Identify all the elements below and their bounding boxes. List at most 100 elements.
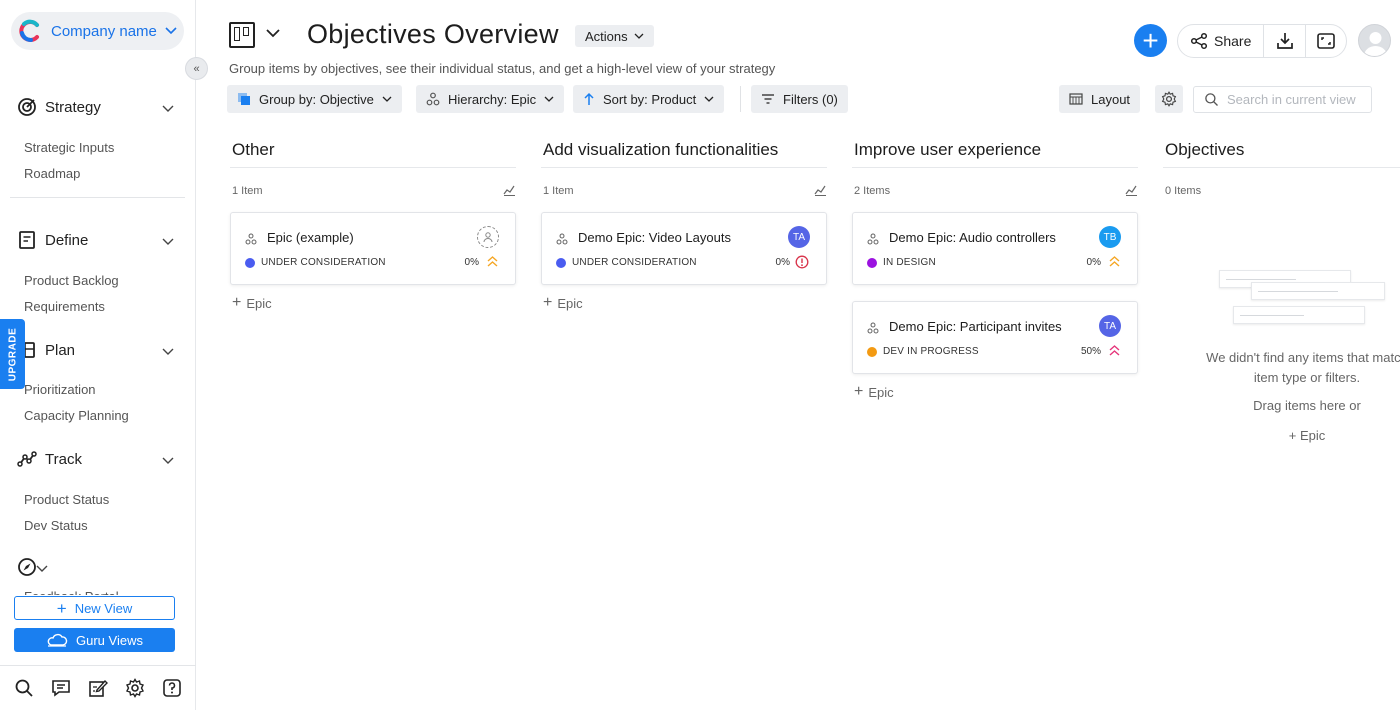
card-progress: 50% bbox=[1080, 346, 1101, 357]
card-progress: 0% bbox=[464, 257, 479, 268]
nav-section-track: Track Product Status Dev Status bbox=[0, 447, 196, 538]
assignee-avatar[interactable]: TB bbox=[1099, 226, 1121, 248]
sort-by-button[interactable]: Sort by: Product bbox=[573, 85, 725, 113]
add-epic-label: Epic bbox=[868, 384, 894, 400]
sidebar-item-prioritization[interactable]: Prioritization bbox=[0, 376, 196, 402]
unassigned-user-icon[interactable] bbox=[477, 226, 499, 248]
column-count: 1 Item bbox=[543, 185, 574, 197]
column-meta: 0 Items bbox=[1163, 168, 1400, 212]
new-view-button[interactable]: + New View bbox=[14, 596, 175, 620]
user-avatar[interactable] bbox=[1358, 24, 1391, 57]
epic-card[interactable]: Demo Epic: Participant invites TA DEV IN… bbox=[852, 301, 1138, 374]
document-icon bbox=[16, 229, 38, 251]
board-column: Improve user experience 2 Items Demo Epi… bbox=[852, 140, 1138, 400]
chevron-down-icon[interactable] bbox=[162, 453, 174, 471]
nav-section-plan: Plan Prioritization Capacity Planning bbox=[0, 338, 196, 428]
column-count: 1 Item bbox=[232, 185, 263, 197]
board-column: Other 1 Item Epic (example) UNDER CONSID… bbox=[230, 140, 516, 311]
filters-button[interactable]: Filters (0) bbox=[751, 85, 848, 113]
app-root: Company name « Strategy Strategic Inputs… bbox=[0, 0, 1400, 710]
nav-head-strategy[interactable]: Strategy bbox=[0, 95, 196, 119]
download-icon bbox=[1277, 33, 1293, 49]
add-epic-button[interactable]: + Epic bbox=[852, 384, 1138, 400]
view-search[interactable] bbox=[1193, 86, 1372, 113]
guru-views-label: Guru Views bbox=[76, 632, 143, 648]
priority-high-icon bbox=[1109, 344, 1120, 363]
board-view-icon bbox=[229, 22, 255, 48]
chevron-down-icon[interactable] bbox=[162, 344, 174, 362]
add-epic-button[interactable]: + Epic bbox=[230, 295, 516, 311]
add-item-button[interactable]: + bbox=[1134, 24, 1167, 57]
add-epic-button[interactable]: + Epic bbox=[541, 295, 827, 311]
company-switcher[interactable]: Company name bbox=[11, 12, 184, 50]
search-input[interactable] bbox=[1227, 92, 1367, 107]
sidebar-item-capacity-planning[interactable]: Capacity Planning bbox=[0, 402, 196, 428]
nav-label: Strategy bbox=[45, 98, 101, 116]
search-icon[interactable] bbox=[12, 676, 36, 700]
collapse-sidebar-button[interactable]: « bbox=[185, 57, 208, 80]
settings-button[interactable] bbox=[1155, 85, 1183, 113]
priority-critical-icon bbox=[795, 255, 809, 274]
view-type-switcher[interactable] bbox=[229, 22, 281, 48]
nav-head-track[interactable]: Track bbox=[0, 447, 196, 471]
card-title: Demo Epic: Participant invites bbox=[889, 319, 1062, 334]
download-button[interactable] bbox=[1264, 25, 1307, 57]
guru-views-button[interactable]: Guru Views bbox=[14, 628, 175, 652]
sidebar-item-feedback-portal[interactable]: Feedback Portal bbox=[0, 583, 196, 596]
chat-icon[interactable] bbox=[49, 676, 73, 700]
sidebar-item-product-status[interactable]: Product Status bbox=[0, 486, 196, 512]
board-column: Objectives 0 Items bbox=[1163, 140, 1400, 212]
priority-medium-icon bbox=[1109, 255, 1120, 274]
chevron-down-icon[interactable] bbox=[36, 561, 48, 579]
empty-message: We didn't find any items that match item… bbox=[1206, 350, 1400, 385]
share-button[interactable]: Share bbox=[1178, 25, 1265, 57]
trend-chart-icon[interactable] bbox=[503, 184, 516, 199]
nav-head-feedback[interactable] bbox=[0, 555, 196, 579]
upgrade-label: UPGRADE bbox=[7, 327, 19, 381]
group-by-button[interactable]: Group by: Objective bbox=[227, 85, 402, 113]
sort-by-label: Sort by: Product bbox=[603, 91, 697, 107]
upgrade-tab[interactable]: UPGRADE bbox=[0, 319, 25, 389]
gear-icon[interactable] bbox=[123, 676, 147, 700]
sidebar-item-roadmap[interactable]: Roadmap bbox=[0, 160, 196, 186]
help-icon[interactable] bbox=[160, 676, 184, 700]
nav-head-define[interactable]: Define bbox=[0, 228, 196, 252]
fullscreen-button[interactable] bbox=[1306, 25, 1346, 57]
filter-icon bbox=[762, 94, 774, 104]
assignee-avatar[interactable]: TA bbox=[1099, 315, 1121, 337]
chevron-down-icon bbox=[382, 96, 392, 102]
share-icon bbox=[1190, 32, 1208, 50]
assignee-avatar[interactable]: TA bbox=[788, 226, 810, 248]
sidebar-item-dev-status[interactable]: Dev Status bbox=[0, 512, 196, 538]
gear-icon bbox=[1161, 91, 1177, 107]
hierarchy-button[interactable]: Hierarchy: Epic bbox=[416, 85, 565, 113]
column-title: Add visualization functionalities bbox=[541, 140, 827, 168]
card-title: Demo Epic: Audio controllers bbox=[889, 230, 1056, 245]
sidebar-item-strategic-inputs[interactable]: Strategic Inputs bbox=[0, 134, 196, 160]
epic-card[interactable]: Epic (example) UNDER CONSIDERATION 0% bbox=[230, 212, 516, 285]
edit-note-icon[interactable] bbox=[86, 676, 110, 700]
empty-add-epic-button[interactable]: + Epic bbox=[1197, 428, 1400, 443]
actions-button[interactable]: Actions bbox=[575, 25, 654, 47]
column-count: 2 Items bbox=[854, 185, 891, 197]
epic-card[interactable]: Demo Epic: Audio controllers TB IN DESIG… bbox=[852, 212, 1138, 285]
fullscreen-icon bbox=[1317, 33, 1336, 49]
new-view-label: New View bbox=[74, 600, 133, 616]
epic-card[interactable]: Demo Epic: Video Layouts TA UNDER CONSID… bbox=[541, 212, 827, 285]
sidebar-item-product-backlog[interactable]: Product Backlog bbox=[0, 267, 196, 293]
sidebar-item-requirements[interactable]: Requirements bbox=[0, 293, 196, 319]
column-title: Objectives bbox=[1163, 140, 1400, 168]
card-status: IN DESIGN bbox=[883, 257, 936, 268]
chevron-down-icon[interactable] bbox=[162, 234, 174, 252]
empty-illustration bbox=[1197, 268, 1385, 328]
trend-chart-icon[interactable] bbox=[1125, 184, 1138, 199]
trend-chart-icon[interactable] bbox=[814, 184, 827, 199]
chevron-down-icon[interactable] bbox=[162, 101, 174, 119]
column-meta: 2 Items bbox=[852, 168, 1138, 212]
sidebar: Company name « Strategy Strategic Inputs… bbox=[0, 0, 208, 710]
card-progress: 0% bbox=[775, 257, 790, 268]
board-column: Add visualization functionalities 1 Item… bbox=[541, 140, 827, 311]
layout-button[interactable]: Layout bbox=[1059, 85, 1141, 113]
chevron-down-icon bbox=[164, 23, 178, 42]
nav-head-plan[interactable]: Plan bbox=[0, 338, 196, 362]
